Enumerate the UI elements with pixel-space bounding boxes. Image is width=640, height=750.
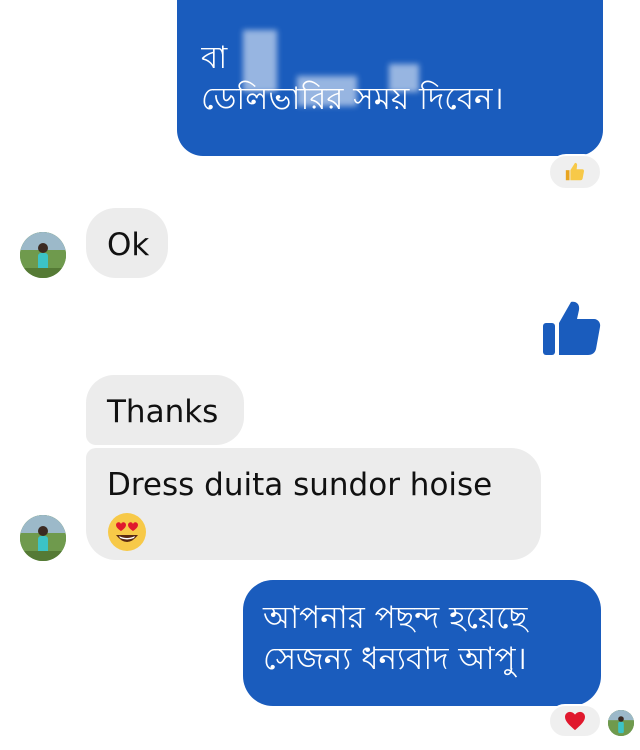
outgoing-message-bubble[interactable]: বা ডেলিভারির সময় দিবেন। bbox=[177, 0, 603, 156]
contact-avatar[interactable] bbox=[20, 515, 66, 561]
heart-eyes-emoji-icon bbox=[108, 512, 146, 551]
incoming-message-bubble[interactable]: Dress duita sundor hoise bbox=[86, 448, 541, 560]
avatar-image bbox=[20, 232, 66, 278]
message-text: Dress duita sundor hoise bbox=[107, 467, 493, 503]
message-line-2: সেজন্য ধন্যবাদ আপু। bbox=[263, 640, 527, 677]
message-reaction[interactable] bbox=[548, 704, 602, 738]
avatar-image bbox=[608, 710, 634, 736]
incoming-message-bubble[interactable]: Thanks bbox=[86, 375, 244, 445]
thumbs-up-sticker-icon[interactable] bbox=[540, 296, 602, 358]
obscured-area bbox=[389, 64, 419, 92]
heart-icon bbox=[565, 711, 585, 731]
message-text: Thanks bbox=[107, 394, 219, 430]
incoming-message-bubble[interactable]: Ok bbox=[86, 208, 168, 278]
outgoing-message-bubble[interactable]: আপনার পছন্দ হয়েছে সেজন্য ধন্যবাদ আপু। bbox=[243, 580, 601, 706]
message-text: Ok bbox=[107, 227, 150, 263]
thumbs-up-icon bbox=[565, 162, 585, 181]
obscured-area bbox=[297, 76, 357, 106]
contact-avatar[interactable] bbox=[20, 232, 66, 278]
message-reaction[interactable] bbox=[548, 154, 602, 190]
seen-avatar bbox=[608, 710, 634, 736]
message-line-1: আপনার পছন্দ হয়েছে bbox=[263, 600, 528, 636]
obscured-area bbox=[243, 30, 277, 92]
avatar-image bbox=[20, 515, 66, 561]
